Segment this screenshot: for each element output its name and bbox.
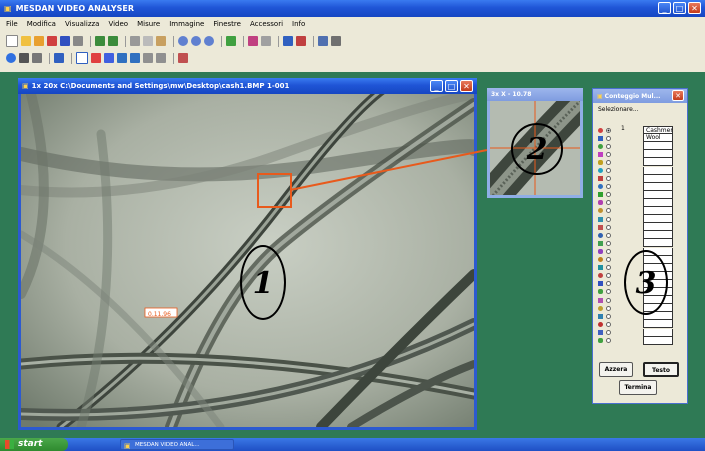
counter-radio[interactable]: [606, 135, 611, 141]
counter-radio[interactable]: [606, 208, 611, 214]
marker-icon: [598, 265, 603, 271]
marker-icon: [598, 313, 603, 319]
marker-icon: [598, 248, 603, 254]
category-cell[interactable]: [643, 166, 673, 175]
marker-icon: [598, 273, 603, 279]
counter-radio[interactable]: [606, 297, 611, 303]
counter-window-icon: ▣: [597, 92, 603, 100]
task-app-icon: ▣: [124, 442, 131, 450]
counter-radio[interactable]: [606, 329, 611, 335]
annotation-1: 1: [240, 245, 286, 320]
category-cashmere[interactable]: Cashmere: [643, 126, 673, 135]
counter-radio[interactable]: [606, 176, 611, 182]
windows-logo-icon: [5, 440, 14, 449]
start-button[interactable]: start: [0, 438, 68, 451]
counter-radio[interactable]: [606, 289, 611, 295]
category-cell[interactable]: [643, 182, 673, 191]
category-cell[interactable]: [643, 142, 673, 151]
counter-window-title: Conteggio Mul...: [604, 92, 661, 100]
counter-subtitle: Selezionare...: [598, 106, 639, 113]
finish-button[interactable]: Termina: [619, 380, 657, 395]
marker-icon: [598, 240, 603, 246]
category-cell[interactable]: [643, 239, 673, 248]
marker-icon: [598, 192, 603, 198]
marker-icon: [598, 176, 603, 182]
category-wool[interactable]: Wool: [643, 134, 673, 143]
counter-radio[interactable]: [606, 168, 611, 174]
selected-index: 1: [621, 125, 625, 132]
category-cell[interactable]: [643, 207, 673, 216]
marker-icon: [598, 257, 603, 263]
category-cell[interactable]: [643, 223, 673, 232]
counter-radio[interactable]: [606, 305, 611, 311]
marker-icon: [598, 289, 603, 295]
annotation-3: 3: [624, 250, 668, 315]
counter-radio[interactable]: [606, 313, 611, 319]
counter-radio[interactable]: [606, 265, 611, 271]
marker-icon: [598, 329, 603, 335]
annotation-2: 2: [511, 123, 563, 175]
category-cell[interactable]: [643, 231, 673, 240]
counter-radio[interactable]: [606, 321, 611, 327]
counter-close-button[interactable]: ✕: [672, 90, 684, 101]
category-cell[interactable]: [643, 328, 673, 337]
counter-radio[interactable]: [606, 281, 611, 287]
counter-radio[interactable]: [606, 151, 611, 157]
category-cell[interactable]: [643, 150, 673, 159]
counter-radio[interactable]: [606, 224, 611, 230]
counter-radio[interactable]: [606, 200, 611, 206]
marker-icon: [598, 127, 603, 133]
marker-icon: [598, 151, 603, 157]
counter-window: ▣ Conteggio Mul... ✕ Selezionare... 1 Ca…: [592, 88, 688, 404]
counter-radio[interactable]: [606, 184, 611, 190]
counter-radio[interactable]: [606, 216, 611, 222]
category-cell[interactable]: [643, 158, 673, 167]
marker-icon: [598, 281, 603, 287]
marker-icon: [598, 200, 603, 206]
marker-icon: [598, 135, 603, 141]
counter-radio[interactable]: [606, 240, 611, 246]
marker-icon: [598, 232, 603, 238]
task-label: MESDAN VIDEO ANAL...: [135, 442, 200, 448]
counter-radio[interactable]: [606, 232, 611, 238]
marker-icon: [598, 216, 603, 222]
counter-radio[interactable]: [606, 159, 611, 165]
counter-radio[interactable]: [606, 337, 611, 343]
reset-button[interactable]: Azzera: [599, 362, 633, 377]
counter-radio[interactable]: [606, 248, 611, 254]
start-label: start: [18, 439, 43, 449]
counter-radio[interactable]: [606, 192, 611, 198]
marker-icon: [598, 159, 603, 165]
marker-icon: [598, 224, 603, 230]
marker-icon: [598, 184, 603, 190]
category-cell[interactable]: [643, 320, 673, 329]
marker-icon: [598, 305, 603, 311]
marker-icon: [598, 297, 603, 303]
marker-icon: [598, 337, 603, 343]
counter-radio[interactable]: [606, 273, 611, 279]
marker-icon: [598, 143, 603, 149]
marker-icon: [598, 321, 603, 327]
category-cell[interactable]: [643, 215, 673, 224]
text-button[interactable]: Testo: [643, 362, 679, 377]
category-cell[interactable]: [643, 174, 673, 183]
marker-icon: [598, 208, 603, 214]
category-cell[interactable]: [643, 336, 673, 345]
counter-radio[interactable]: [606, 257, 611, 263]
counter-radio[interactable]: [606, 143, 611, 149]
category-cell[interactable]: [643, 198, 673, 207]
category-cell[interactable]: [643, 190, 673, 199]
counter-radio[interactable]: [606, 127, 611, 133]
taskbar: start ▣ MESDAN VIDEO ANAL...: [0, 438, 705, 451]
marker-icon: [598, 168, 603, 174]
taskbar-task[interactable]: ▣ MESDAN VIDEO ANAL...: [120, 439, 234, 450]
